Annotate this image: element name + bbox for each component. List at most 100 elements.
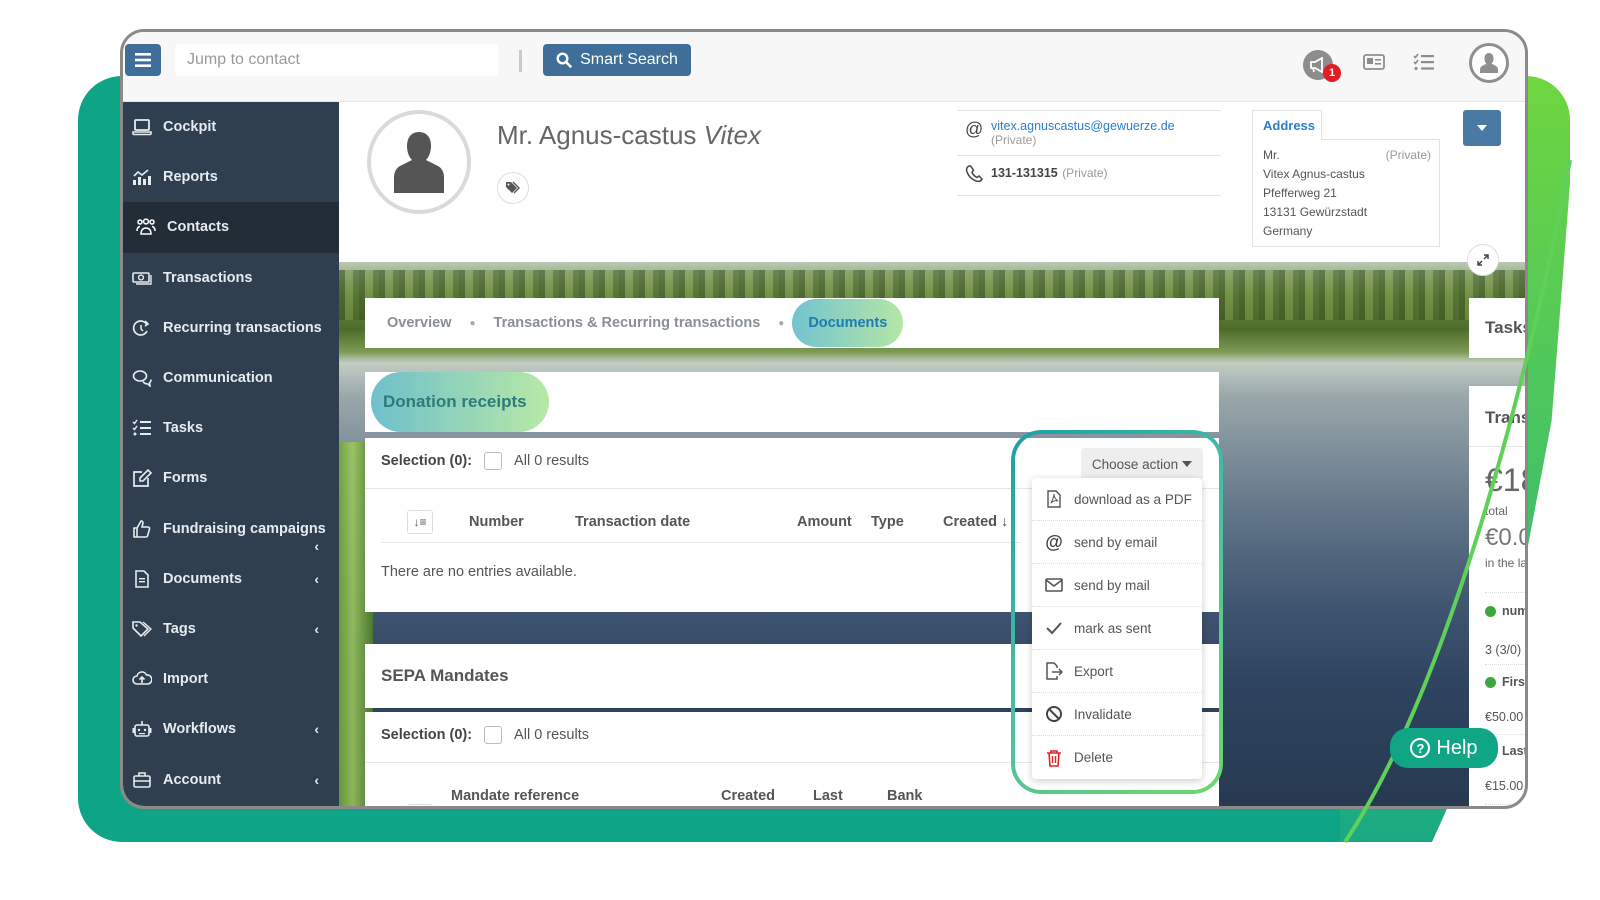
chat-icon — [131, 368, 153, 388]
column-header-bank[interactable]: Bank — [887, 788, 922, 804]
tab-transactions[interactable]: Transactions & Recurring transactions — [494, 315, 761, 331]
sidebar-item-label: Workflows — [163, 721, 237, 738]
column-header-last[interactable]: Last — [813, 788, 843, 804]
envelope-icon — [1044, 576, 1064, 594]
sidebar-item-documents[interactable]: Documents ‹ — [123, 554, 339, 604]
divider — [1485, 592, 1525, 593]
divider — [381, 542, 1021, 543]
tags-icon — [131, 619, 153, 639]
menu-item-mark-as-sent[interactable]: mark as sent — [1032, 607, 1202, 650]
menu-item-download-pdf[interactable]: download as a PDF — [1032, 478, 1202, 521]
address-tab[interactable]: Address — [1252, 110, 1322, 140]
trash-icon — [1044, 749, 1064, 767]
selection-row: Selection (0): All 0 results — [381, 726, 589, 744]
sidebar-item-communication[interactable]: Communication — [123, 353, 339, 403]
sidebar-item-transactions[interactable]: Transactions — [123, 253, 339, 303]
laptop-icon — [131, 117, 153, 137]
menu-item-delete[interactable]: Delete — [1032, 736, 1202, 779]
column-header-amount[interactable]: Amount — [797, 514, 852, 530]
selection-label: Selection (0): — [381, 727, 473, 743]
contact-card-button[interactable] — [1363, 54, 1385, 70]
contact-header: Mr. Agnus-castus Vitex @ vitex.agnuscast… — [339, 102, 1525, 262]
menu-item-send-email[interactable]: @ send by email — [1032, 521, 1202, 564]
tags-icon — [506, 181, 520, 194]
checklist-icon — [1413, 53, 1434, 71]
address-line: 13131 Gewürzstadt — [1263, 205, 1368, 219]
add-tag-button[interactable] — [497, 172, 529, 204]
donation-receipts-header: Donation receipts — [365, 372, 1219, 432]
menu-item-label: Delete — [1074, 750, 1114, 765]
address-dropdown-button[interactable] — [1463, 110, 1501, 146]
status-dot — [1485, 676, 1496, 688]
user-account-button[interactable] — [1469, 43, 1509, 83]
select-all-checkbox[interactable] — [484, 726, 503, 744]
menu-item-export[interactable]: Export — [1032, 650, 1202, 693]
email-link[interactable]: vitex.agnuscastus@gewuerze.de — [991, 119, 1175, 133]
column-header-mandate-reference[interactable]: Mandate reference — [451, 788, 579, 804]
transaction-info-title: Transaction info — [1485, 408, 1525, 427]
empty-message: There are no entries available. — [381, 564, 577, 580]
sidebar-item-recurring-transactions[interactable]: Recurring transactions — [123, 303, 339, 353]
sidebar-item-tasks[interactable]: Tasks — [123, 403, 339, 453]
recurring-icon — [131, 318, 153, 338]
first-donation-label: First donation: — [1485, 675, 1525, 689]
tasks-shortcut-button[interactable] — [1413, 53, 1435, 71]
sidebar-item-import[interactable]: Import — [123, 654, 339, 704]
menu-item-label: send by email — [1074, 534, 1158, 550]
smart-search-label: Smart Search — [580, 51, 678, 68]
column-header-type[interactable]: Type — [871, 514, 904, 530]
tab-documents[interactable]: Documents — [792, 299, 904, 347]
column-header-created[interactable]: Created ↓ — [943, 514, 1008, 530]
selection-label: Selection (0): — [381, 453, 473, 469]
sidebar-item-contacts[interactable]: Contacts — [123, 202, 339, 253]
sort-button[interactable]: ↓≡ — [407, 510, 433, 534]
last-12-months-amount: €0.00 — [1485, 524, 1525, 551]
sidebar-item-cockpit[interactable]: Cockpit — [123, 102, 339, 152]
expand-header-button[interactable] — [1467, 244, 1499, 276]
column-header-number[interactable]: Number — [469, 514, 524, 530]
value-text: 3 (3/0) — [1485, 643, 1522, 657]
menu-item-label: Invalidate — [1074, 706, 1132, 722]
jump-to-contact-input[interactable] — [175, 44, 499, 76]
sidebar-item-label: Recurring transactions — [163, 319, 322, 336]
menu-item-invalidate[interactable]: Invalidate — [1032, 693, 1202, 736]
sidebar-item-workflows[interactable]: Workflows ‹ — [123, 704, 339, 754]
contact-avatar — [367, 110, 471, 214]
smart-search-button[interactable]: Smart Search — [543, 44, 691, 76]
menu-toggle-button[interactable] — [125, 44, 161, 76]
thumbs-up-icon — [131, 519, 153, 539]
tab-separator: ● — [469, 317, 476, 329]
menu-item-label: Export — [1074, 663, 1114, 679]
question-icon: ? — [1410, 738, 1431, 758]
help-button[interactable]: ? Help — [1390, 728, 1498, 768]
search-icon — [556, 52, 572, 68]
choose-action-label: Choose action — [1091, 456, 1179, 472]
phone-icon — [965, 164, 991, 187]
select-all-checkbox[interactable] — [484, 452, 503, 470]
column-header-transaction-date[interactable]: Transaction date — [575, 514, 690, 530]
sidebar-item-tags[interactable]: Tags ‹ — [123, 604, 339, 654]
sidebar-item-label: Reports — [163, 169, 218, 186]
divider — [1485, 804, 1525, 805]
sidebar-item-account[interactable]: Account ‹ — [123, 754, 339, 804]
chevron-left-icon: ‹ — [314, 721, 319, 738]
tab-overview[interactable]: Overview — [387, 315, 452, 331]
sort-button[interactable]: ↓≡ — [407, 804, 433, 806]
total-label: total — [1485, 504, 1508, 518]
contact-surname: Mr. Agnus-castus — [497, 120, 697, 150]
id-card-icon — [1363, 54, 1385, 70]
column-header-created[interactable]: Created — [721, 788, 775, 804]
caret-down-icon — [1182, 461, 1193, 467]
sidebar-item-reports[interactable]: Reports — [123, 152, 339, 202]
caret-down-icon — [1477, 125, 1487, 131]
choose-action-button[interactable]: Choose action — [1081, 448, 1203, 480]
sidebar-item-fundraising-campaigns[interactable]: Fundraising campaigns ‹ — [123, 504, 339, 554]
at-icon: @ — [965, 119, 984, 139]
menu-item-send-mail[interactable]: send by mail — [1032, 564, 1202, 607]
phone-number[interactable]: 131-131315 — [991, 166, 1058, 180]
sidebar-item-forms[interactable]: Forms — [123, 453, 339, 503]
sidebar-item-label: Documents — [163, 570, 242, 587]
phone-type: (Private) — [1062, 166, 1108, 180]
tasks-title: Tasks — [1485, 318, 1525, 337]
main-content: Mr. Agnus-castus Vitex @ vitex.agnuscast… — [339, 102, 1525, 806]
